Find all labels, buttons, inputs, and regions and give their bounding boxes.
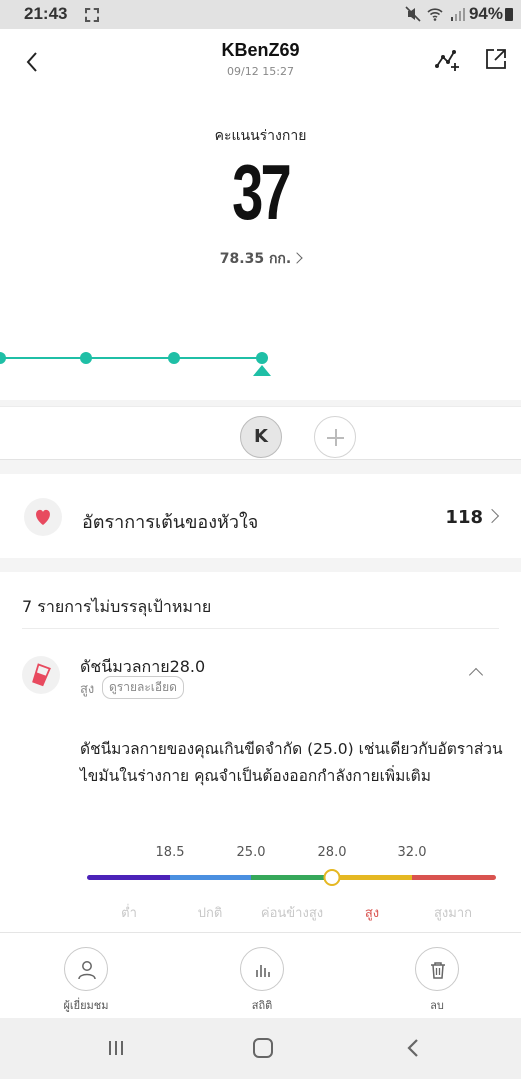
heart-rate-card[interactable]: อัตราการเต้นของหัวใจ 118	[0, 474, 521, 558]
body-score-label: คะแนนร่างกาย	[214, 128, 307, 144]
trend-line	[0, 357, 262, 359]
user-avatar[interactable]: K	[240, 416, 282, 458]
scale-segment	[170, 875, 251, 880]
body-score-header: KBenZ69 09/12 15:27 คะแนนร่างกาย 37 78.3…	[0, 29, 521, 400]
system-back-icon[interactable]	[404, 1038, 422, 1058]
person-icon	[64, 947, 108, 991]
battery-icon	[505, 8, 513, 21]
visitors-label: ผู้เยี่ยมชม	[63, 999, 109, 1012]
status-icons	[405, 6, 465, 22]
trash-icon	[415, 947, 459, 991]
weight-link[interactable]: 78.35 กก.	[0, 248, 521, 270]
heart-rate-label: อัตราการเต้นของหัวใจ	[82, 512, 259, 533]
screenshot-indicator-icon	[85, 8, 99, 22]
status-bar: 21:43 94%	[0, 0, 521, 29]
home-icon[interactable]	[253, 1038, 273, 1058]
range-label: ค่อนข้างสูง	[260, 906, 324, 921]
stats-button[interactable]: สถิติ	[207, 947, 317, 1014]
signal-icon	[451, 8, 465, 21]
weight-value: 78.35 กก.	[219, 251, 292, 267]
view-details-link[interactable]: ดูรายละเอียด	[102, 676, 184, 699]
visitors-button[interactable]: ผู้เยี่ยมชม	[31, 947, 141, 1014]
user-switcher: K	[0, 406, 521, 460]
bottom-nav: ผู้เยี่ยมชม สถิติ ลบ	[0, 932, 521, 1018]
scale-segment	[251, 875, 332, 880]
scale-segment	[332, 875, 412, 880]
recents-icon[interactable]	[107, 1039, 125, 1057]
unmet-targets-title: 7 รายการไม่บรรลุเป้าหมาย	[22, 597, 212, 616]
chevron-up-icon[interactable]	[468, 667, 484, 683]
scale-tick-label: 32.0	[397, 845, 427, 860]
bar-chart-icon	[240, 947, 284, 991]
system-nav-bar	[0, 1018, 521, 1079]
chevron-right-icon	[291, 252, 303, 264]
unmet-targets-card: 7 รายการไม่บรรลุเป้าหมาย ดัชนีมวลกาย28.0…	[0, 572, 521, 932]
scale-tick-label: 28.0	[317, 845, 347, 860]
body-score-value: 37	[232, 148, 292, 236]
mute-icon	[405, 6, 421, 22]
battery-percentage: 94%	[468, 4, 503, 23]
scale-tick-label: 18.5	[155, 845, 185, 860]
current-point-marker-icon	[253, 365, 271, 376]
add-user-button[interactable]	[314, 416, 356, 458]
trend-point[interactable]	[168, 352, 180, 364]
chevron-right-icon	[484, 508, 500, 524]
delete-label: ลบ	[430, 999, 444, 1012]
bmi-status: สูง	[80, 682, 95, 697]
scale-bar	[87, 875, 496, 880]
trend-add-icon[interactable]	[432, 44, 462, 74]
status-time: 21:43	[24, 4, 68, 23]
trend-point-current[interactable]	[256, 352, 268, 364]
wifi-icon	[427, 8, 443, 21]
bmi-icon	[22, 656, 60, 694]
trend-point[interactable]	[80, 352, 92, 364]
scale-segment	[87, 875, 170, 880]
range-label: ปกติ	[197, 906, 223, 921]
stats-label: สถิติ	[251, 999, 273, 1012]
divider	[22, 628, 499, 629]
scale-segment	[412, 875, 496, 880]
share-icon[interactable]	[481, 44, 511, 74]
range-label: ต่ำ	[121, 906, 137, 921]
heart-icon	[24, 498, 62, 536]
heart-rate-value: 118	[445, 507, 483, 528]
current-value-marker	[323, 869, 341, 886]
delete-button[interactable]: ลบ	[382, 947, 492, 1014]
scale-tick-label: 25.0	[236, 845, 266, 860]
range-label-current: สูง	[364, 906, 380, 921]
range-label: สูงมาก	[433, 906, 473, 921]
bmi-description: ดัชนีมวลกายของคุณเกินขีดจำกัด (25.0) เช่…	[80, 740, 503, 785]
